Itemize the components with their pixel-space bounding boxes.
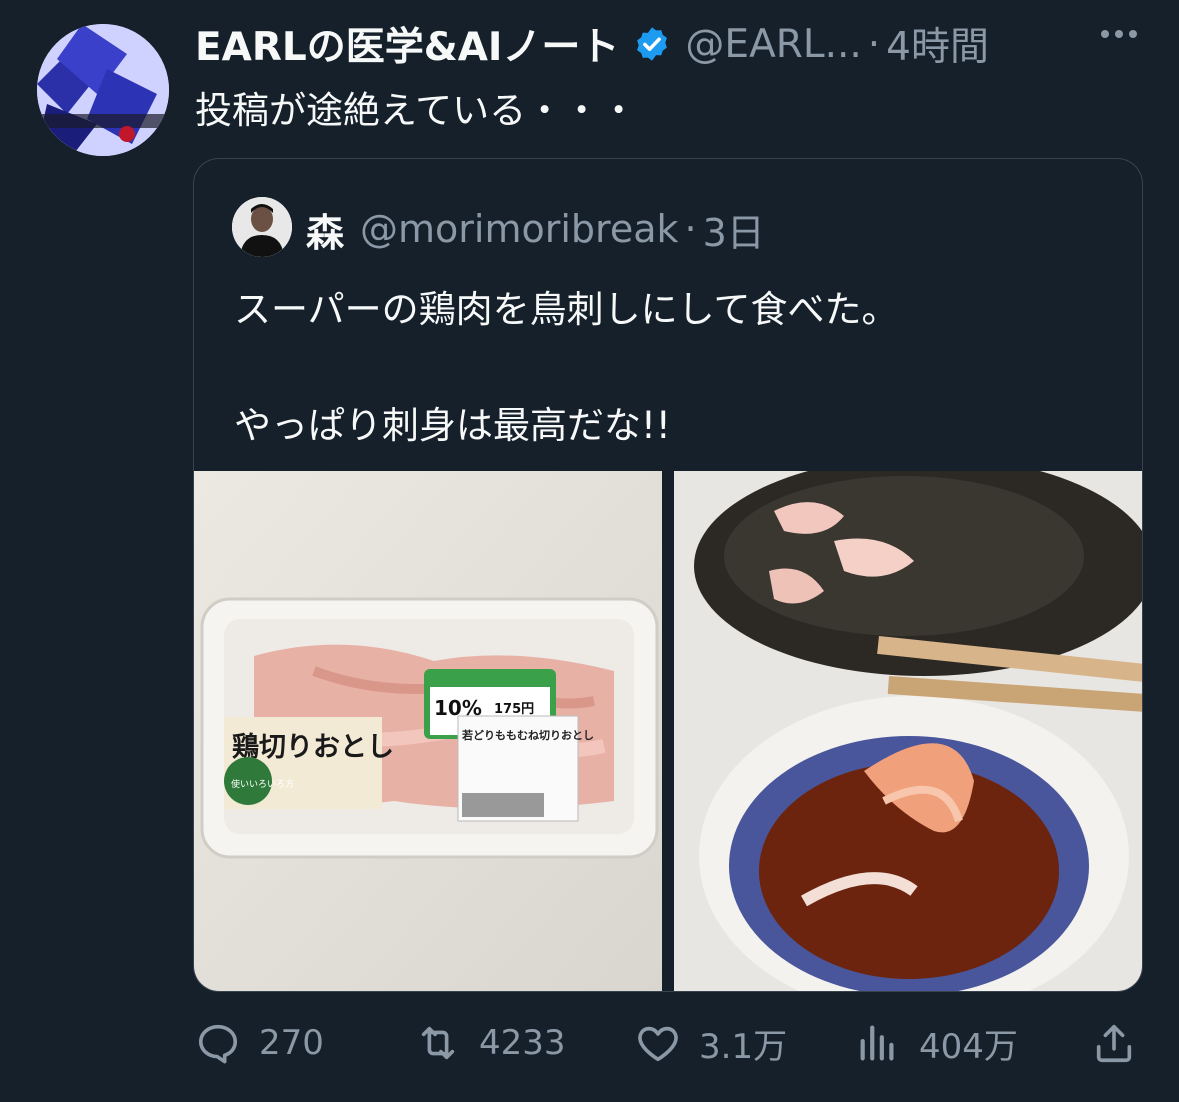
like-count: 3.1万 — [699, 1026, 788, 1067]
photo-chicken-sashimi[interactable] — [674, 471, 1142, 991]
quoted-avatar-image — [232, 197, 292, 257]
share-button[interactable] — [1091, 1018, 1137, 1068]
retweet-count: 4233 — [479, 1023, 566, 1063]
quoted-author-avatar[interactable] — [232, 197, 292, 257]
quoted-tweet-text: スーパーの鶏肉を鳥刺しにして食べた。 やっぱり刺身は最高だな!! — [234, 288, 899, 447]
more-options-icon[interactable] — [1101, 30, 1137, 38]
verified-badge-icon — [637, 27, 668, 61]
tweet-header: EARLの医学&AIノート @EARL... · 4時間 — [195, 16, 1129, 72]
author-handle[interactable]: @EARL... — [685, 22, 861, 67]
package-badge-text: 使いいろいろ方 — [231, 778, 294, 790]
quoted-tweet-timestamp[interactable]: 3日 — [703, 202, 765, 257]
author-name[interactable]: EARLの医学&AIノート — [195, 16, 619, 72]
heart-icon — [638, 1026, 678, 1062]
like-button[interactable]: 3.1万 — [635, 1018, 787, 1068]
separator-dot: · — [867, 21, 881, 67]
product-sticker-text: 若どりももむね切りおとし — [462, 728, 594, 742]
quoted-author-handle[interactable]: @morimoribreak — [360, 207, 678, 251]
analytics-icon — [860, 1025, 894, 1061]
view-count: 404万 — [919, 1026, 1018, 1067]
quoted-tweet-header: 森 @morimoribreak · 3日 — [306, 201, 765, 257]
separator-dot: · — [684, 207, 697, 251]
quoted-tweet-card[interactable]: 森 @morimoribreak · 3日 スーパーの鶏肉を鳥刺しにして食べた。… — [193, 158, 1143, 992]
retweet-icon — [421, 1026, 455, 1060]
author-avatar[interactable] — [37, 24, 169, 156]
reply-count: 270 — [259, 1023, 324, 1063]
tweet-text: 投稿が途絶えている・・・ — [195, 89, 638, 132]
price-value: 175円 — [494, 702, 534, 717]
quoted-author-name[interactable]: 森 — [306, 202, 344, 257]
tweet-timestamp[interactable]: 4時間 — [886, 16, 989, 72]
retweet-button[interactable]: 4233 — [415, 1018, 566, 1068]
reply-icon — [198, 1024, 238, 1064]
photo-chicken-package[interactable]: 鶏切りおとし 使いいろいろ方 10% 175円 若どりももむね切りおとし — [194, 471, 662, 991]
quoted-media-grid: 鶏切りおとし 使いいろいろ方 10% 175円 若どりももむね切りおとし — [194, 471, 1142, 991]
avatar-image — [37, 24, 169, 156]
reply-button[interactable]: 270 — [195, 1018, 324, 1068]
views-button[interactable]: 404万 — [855, 1018, 1018, 1068]
tweet-action-bar: 270 4233 3.1万 404万 — [195, 1018, 1140, 1068]
package-label: 鶏切りおとし — [232, 732, 394, 763]
share-icon — [1096, 1024, 1132, 1063]
